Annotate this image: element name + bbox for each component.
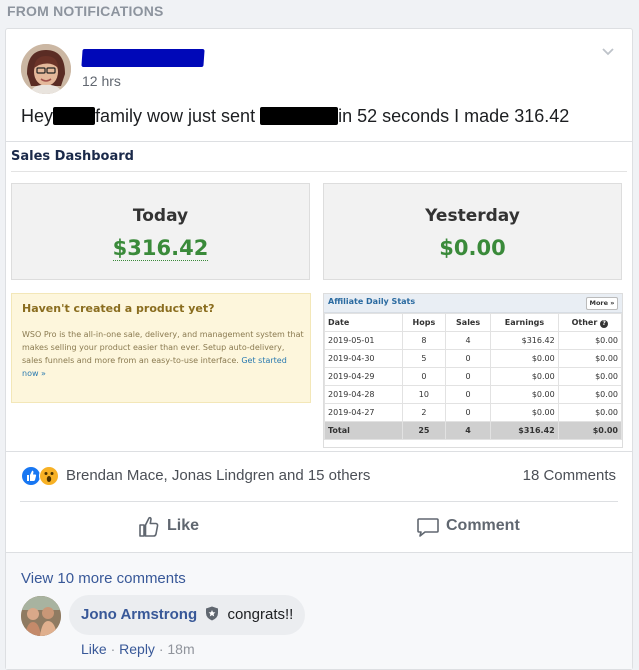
column-header-earnings: Earnings [490, 313, 559, 332]
author-avatar[interactable] [21, 44, 71, 94]
cell-date: 2019-04-30 [324, 349, 403, 368]
cell-sales: 4 [444, 331, 492, 350]
commenter-avatar[interactable] [21, 596, 61, 636]
affiliate-daily-stats: Affiliate Daily Stats More » Date Hops S… [323, 293, 623, 448]
comment-button-label: Comment [446, 517, 520, 534]
comment-reply-link[interactable]: Reply [119, 641, 155, 657]
cell-earnings: $0.00 [490, 367, 559, 386]
yesterday-label: Yesterday [425, 206, 520, 226]
cell-date: 2019-05-01 [324, 331, 403, 350]
affiliate-header: Affiliate Daily Stats More » [324, 294, 622, 313]
table-row: 2019-04-29 0 0 $0.00 $0.00 [324, 367, 623, 386]
column-header-date: Date [324, 313, 403, 332]
divider [20, 501, 618, 502]
today-stat-box: Today $316.42 [11, 183, 310, 280]
cell-total-hops: 25 [401, 421, 446, 440]
dashboard-title: Sales Dashboard [11, 149, 134, 164]
comments-count[interactable]: 18 Comments [523, 467, 616, 484]
comment-bubble: Jono Armstrong congrats!! [69, 595, 306, 635]
view-more-comments-link[interactable]: View 10 more comments [21, 570, 186, 587]
cell-earnings: $0.00 [490, 349, 559, 368]
comments-section: View 10 more comments Jono Armstrong con… [6, 553, 632, 669]
cell-hops: 0 [401, 367, 446, 386]
affiliate-title: Affiliate Daily Stats [328, 297, 416, 306]
cell-sales: 0 [444, 367, 492, 386]
post-text-part-1: Hey [21, 105, 54, 126]
promo-box: Haven't created a product yet? WSO Pro i… [11, 293, 311, 403]
cell-sales: 0 [444, 349, 492, 368]
sales-dashboard-screenshot[interactable]: Sales Dashboard Today $316.42 Yesterday … [6, 141, 632, 452]
promo-heading: Haven't created a product yet? [22, 302, 215, 315]
cell-total-sales: 4 [444, 421, 492, 440]
table-row: 2019-04-30 5 0 $0.00 $0.00 [324, 349, 623, 368]
cell-total-label: Total [324, 421, 403, 440]
affiliate-table: Date Hops Sales Earnings Other ? 2019-05… [324, 313, 623, 440]
cell-date: 2019-04-28 [324, 385, 403, 404]
cell-hops: 2 [401, 403, 446, 422]
cell-hops: 10 [401, 385, 446, 404]
cell-hops: 5 [401, 349, 446, 368]
redacted-author-name [81, 49, 205, 67]
like-reaction-icon [21, 466, 41, 486]
yesterday-stat-box: Yesterday $0.00 [323, 183, 622, 280]
cell-earnings: $316.42 [490, 331, 559, 350]
post-text: Hey family wow just sent in 52 seconds I … [21, 105, 569, 127]
wow-reaction-icon [39, 466, 59, 486]
section-label: FROM NOTIFICATIONS [7, 3, 164, 19]
table-row: 2019-04-28 10 0 $0.00 $0.00 [324, 385, 623, 404]
cell-sales: 0 [444, 403, 492, 422]
comment-actions: Like · Reply · 18m [81, 641, 195, 657]
redacted-text [53, 107, 96, 126]
like-button[interactable]: Like [137, 515, 217, 539]
cell-sales: 0 [444, 385, 492, 404]
comment-author[interactable]: Jono Armstrong [81, 606, 197, 623]
cell-other: $0.00 [557, 367, 623, 386]
comment-button[interactable]: Comment [416, 515, 536, 539]
cell-other: $0.00 [557, 349, 623, 368]
affiliate-more-button: More » [586, 297, 618, 310]
comment-like-link[interactable]: Like [81, 641, 107, 657]
table-row: 2019-05-01 8 4 $316.42 $0.00 [324, 331, 623, 350]
column-header-sales: Sales [444, 313, 492, 332]
post-text-part-2: family wow just sent [95, 105, 256, 126]
thumbs-up-icon [137, 515, 161, 544]
cell-earnings: $0.00 [490, 403, 559, 422]
cell-other: $0.00 [557, 385, 623, 404]
comment-timestamp[interactable]: 18m [167, 641, 194, 657]
cell-date: 2019-04-29 [324, 367, 403, 386]
column-header-other: Other ? [557, 313, 623, 332]
table-row: 2019-04-27 2 0 $0.00 $0.00 [324, 403, 623, 422]
separator-dot: · [158, 641, 164, 657]
like-button-label: Like [167, 517, 200, 534]
cell-other: $0.00 [557, 331, 623, 350]
reaction-names[interactable]: Brendan Mace, Jonas Lindgren and 15 othe… [66, 467, 370, 484]
column-header-hops: Hops [401, 313, 446, 332]
cell-total-other: $0.00 [557, 421, 623, 440]
redacted-text [260, 107, 339, 126]
admin-badge-icon [205, 606, 219, 625]
cell-hops: 8 [401, 331, 446, 350]
dashboard-divider [11, 171, 627, 172]
cell-earnings: $0.00 [490, 385, 559, 404]
today-value: $316.42 [112, 236, 209, 261]
table-total-row: Total 25 4 $316.42 $0.00 [324, 421, 623, 440]
cell-other: $0.00 [557, 403, 623, 422]
today-label: Today [132, 206, 189, 226]
post-options-chevron-icon[interactable] [601, 44, 615, 62]
separator-dot: · [110, 641, 116, 657]
post-card: 12 hrs Hey family wow just sent in 52 sec… [5, 28, 633, 670]
help-icon: ? [600, 319, 609, 328]
table-header-row: Date Hops Sales Earnings Other ? [324, 313, 623, 332]
comment-text: congrats!! [227, 606, 294, 623]
cell-total-earnings: $316.42 [490, 421, 559, 440]
yesterday-value: $0.00 [439, 236, 506, 260]
post-text-part-3: in 52 seconds I made 316.42 [338, 105, 570, 126]
cell-date: 2019-04-27 [324, 403, 403, 422]
comment-bubble-icon [416, 515, 440, 544]
post-timestamp[interactable]: 12 hrs [82, 73, 121, 89]
